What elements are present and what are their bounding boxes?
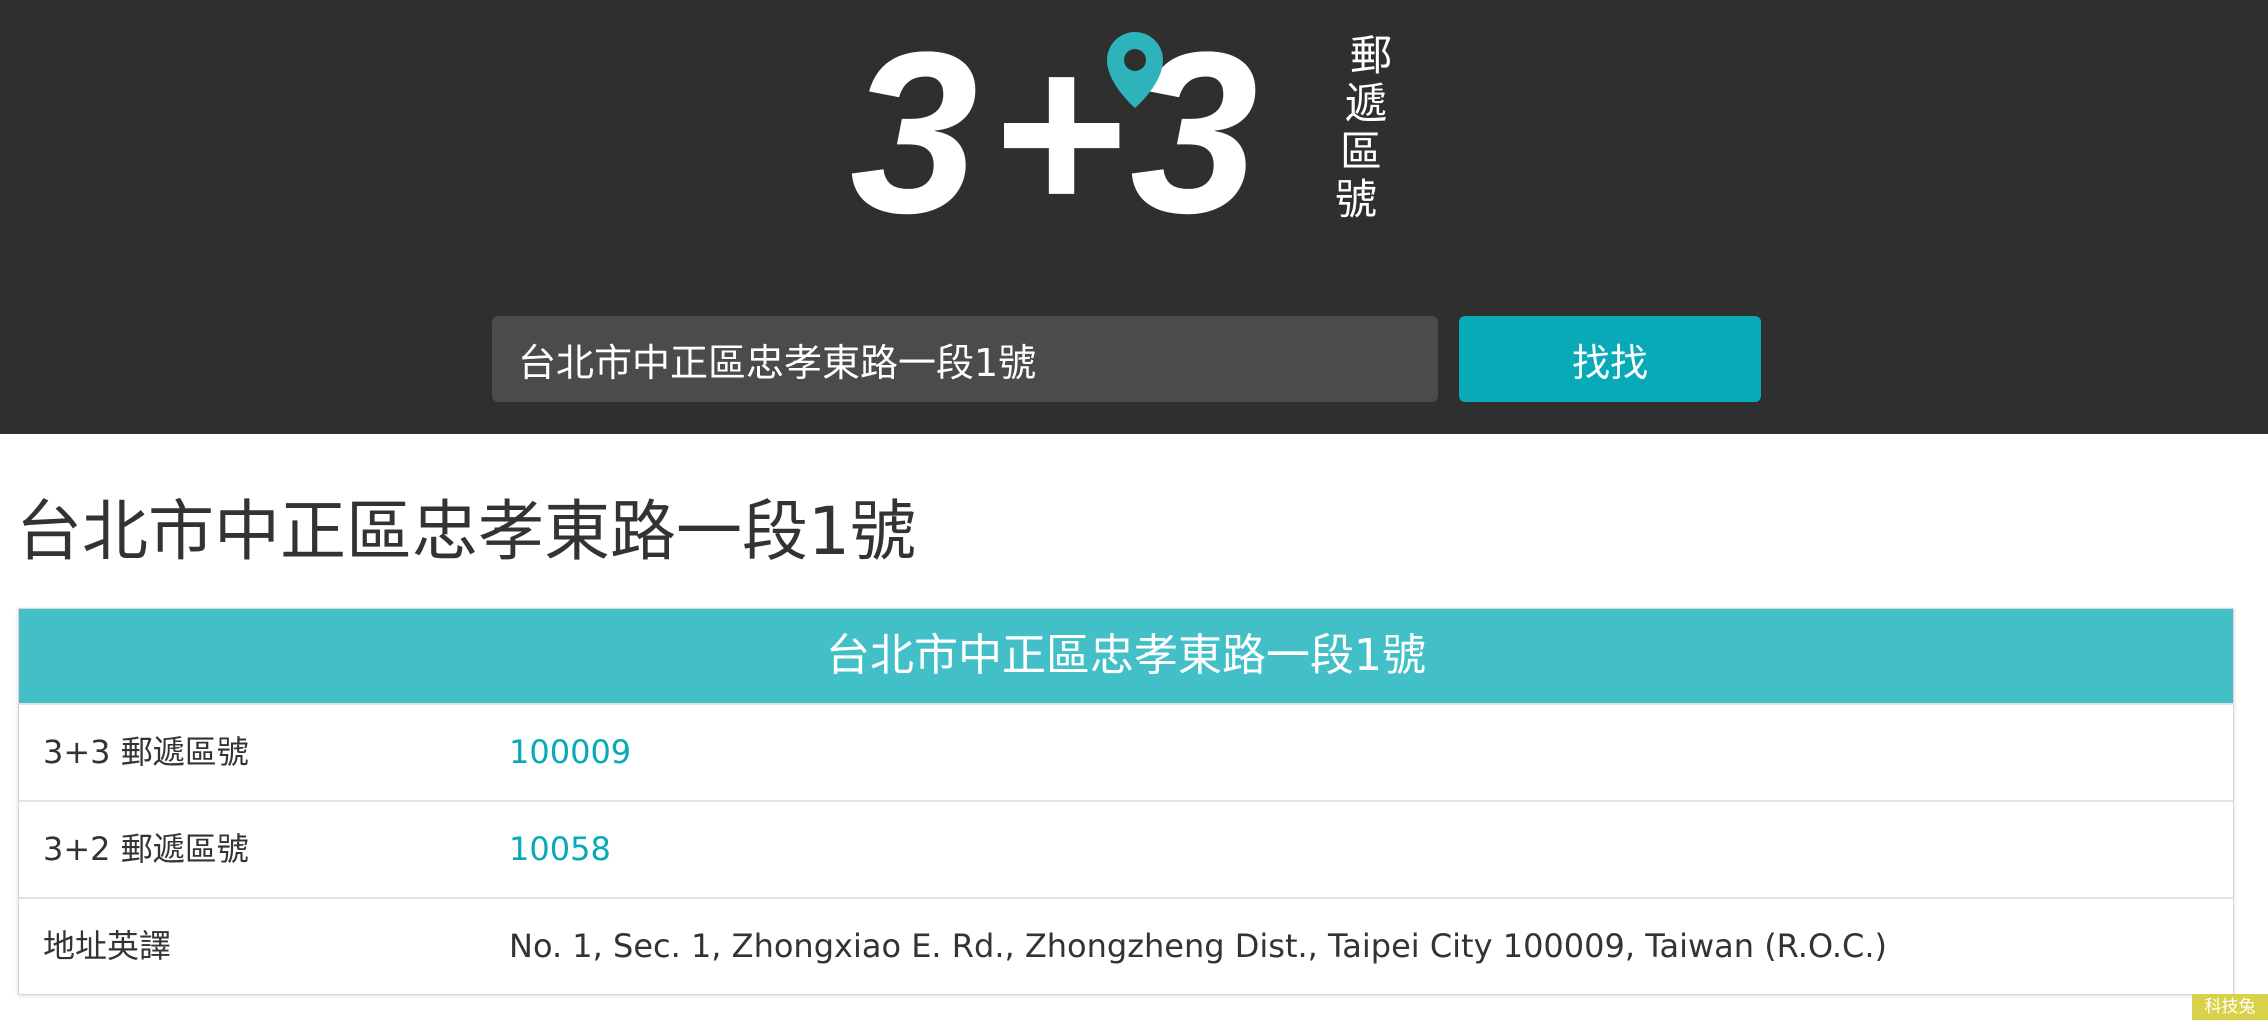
logo-number-left: 3 — [850, 22, 978, 232]
row-label: 3+2 郵遞區號 — [43, 830, 249, 868]
result-row-3plus3: 3+3 郵遞區號 100009 — [19, 703, 2233, 800]
site-logo[interactable]: 3 + 3 郵 遞 區 號 — [830, 22, 1450, 232]
result-row-english-address: 地址英譯 No. 1, Sec. 1, Zhongxiao E. Rd., Zh… — [19, 897, 2233, 994]
watermark: 科技兔 — [2192, 994, 2268, 1020]
result-row-3plus2: 3+2 郵遞區號 10058 — [19, 800, 2233, 897]
site-header: 3 + 3 郵 遞 區 號 找找 — [0, 0, 2268, 434]
english-address-value: No. 1, Sec. 1, Zhongxiao E. Rd., Zhongzh… — [509, 927, 1887, 965]
zipcode-3plus3-link[interactable]: 100009 — [509, 705, 631, 800]
page-title: 台北市中正區忠孝東路一段1號 — [16, 493, 916, 570]
row-label: 3+3 郵遞區號 — [43, 733, 249, 771]
logo-tagline-char: 區 — [1340, 127, 1382, 176]
logo-tagline-char: 郵 — [1350, 31, 1392, 80]
card-title: 台北市中正區忠孝東路一段1號 — [19, 609, 2233, 703]
search-button[interactable]: 找找 — [1459, 316, 1761, 402]
logo-plus: + — [990, 22, 1124, 232]
row-label: 地址英譯 — [43, 927, 172, 965]
zipcode-3plus2-link[interactable]: 10058 — [509, 802, 611, 897]
result-card: 台北市中正區忠孝東路一段1號 3+3 郵遞區號 100009 3+2 郵遞區號 … — [18, 608, 2234, 995]
logo-tagline-char: 遞 — [1345, 79, 1387, 128]
logo-tagline-char: 號 — [1335, 175, 1377, 224]
address-search-input[interactable] — [492, 316, 1438, 402]
